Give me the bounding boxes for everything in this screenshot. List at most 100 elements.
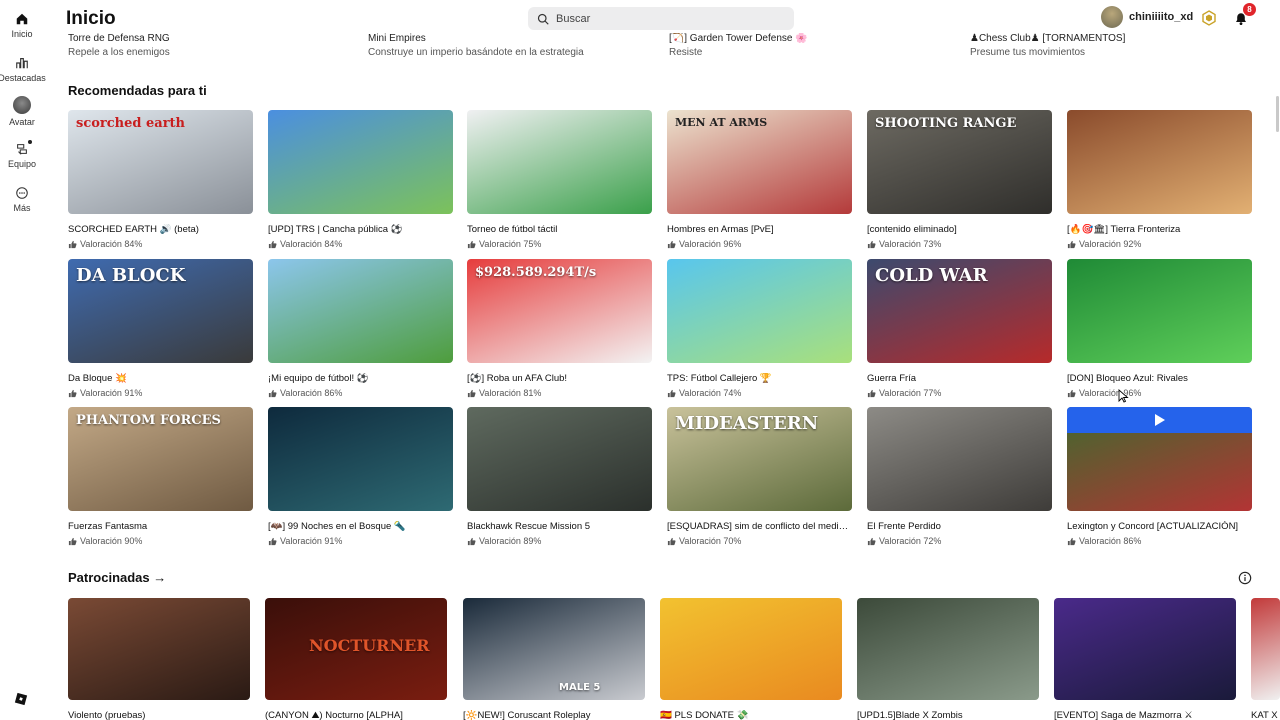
game-title[interactable]: [DON] Bloqueo Azul: Rivales <box>1067 373 1252 385</box>
game-card[interactable]: Blackhawk Rescue Mission 5 Valoración 89% <box>467 407 652 546</box>
section-title-recommended: Recomendadas para ti <box>68 83 207 98</box>
game-card[interactable]: ¡Mi equipo de fútbol! ⚽ Valoración 86% <box>268 259 453 398</box>
game-title[interactable]: Da Bloque 💥 <box>68 373 253 385</box>
sponsored-card[interactable]: MALE 5 [🔆NEW!] Coruscant Roleplay <box>463 598 645 720</box>
game-thumbnail[interactable]: $928.589.294T/s <box>467 259 652 363</box>
game-title[interactable]: [ESQUADRAS] sim de conflicto del medio o… <box>667 521 852 533</box>
section-title-sponsored[interactable]: Patrocinadas → <box>68 570 166 585</box>
game-title[interactable]: [UPD] TRS | Cancha pública ⚽ <box>268 224 453 236</box>
game-title[interactable]: [UPD1.5]Blade X Zombis <box>857 710 1039 720</box>
game-title[interactable]: [⚽] Roba un AFA Club! <box>467 373 652 385</box>
avatar[interactable] <box>1101 6 1123 28</box>
game-thumbnail[interactable] <box>660 598 842 700</box>
game-thumbnail[interactable] <box>1054 598 1236 700</box>
username[interactable]: chiniiiito_xd <box>1129 11 1193 23</box>
sidebar-item-equipo[interactable]: Equipo <box>0 140 44 169</box>
game-title[interactable]: KAT X <box>1251 710 1280 720</box>
sponsored-card[interactable]: [UPD1.5]Blade X Zombis <box>857 598 1039 720</box>
game-title[interactable]: [🦇] 99 Noches en el Bosque 🔦 <box>268 521 453 533</box>
game-title[interactable]: Lexington y Concord [ACTUALIZACIÓN] <box>1067 521 1252 533</box>
game-title[interactable]: Fuerzas Fantasma <box>68 521 253 533</box>
game-title[interactable]: El Frente Perdido <box>867 521 1052 533</box>
game-title[interactable]: SCORCHED EARTH 🔊 (beta) <box>68 224 253 236</box>
game-thumbnail[interactable] <box>1067 110 1252 214</box>
game-card[interactable]: [🔥🎯🏛] Tierra Fronteriza Valoración 92% <box>1067 110 1252 249</box>
sponsored-card[interactable]: NOCTURNER (CANYON ⛰) Nocturno [ALPHA] <box>265 598 447 720</box>
game-thumbnail[interactable] <box>268 259 453 363</box>
game-card[interactable]: Torneo de fútbol táctil Valoración 75% <box>467 110 652 249</box>
sponsored-card[interactable]: 🇪🇸 PLS DONATE 💸 <box>660 598 842 720</box>
game-thumbnail[interactable] <box>68 598 250 700</box>
game-card[interactable]: $928.589.294T/s [⚽] Roba un AFA Club! Valo… <box>467 259 652 398</box>
game-title[interactable]: ♟Chess Club♟ [TORNAMENTOS] <box>970 33 1125 44</box>
game-title[interactable]: Mini Empires <box>368 33 426 44</box>
game-thumbnail[interactable]: DA BLOCK <box>68 259 253 363</box>
game-thumbnail[interactable] <box>1251 598 1280 700</box>
info-icon[interactable] <box>1238 571 1252 585</box>
game-title[interactable]: [🔆NEW!] Coruscant Roleplay <box>463 710 645 720</box>
game-thumbnail[interactable]: MEN AT ARMS <box>667 110 852 214</box>
game-thumbnail[interactable]: SHOOTING RANGE <box>867 110 1052 214</box>
search-input[interactable] <box>556 12 776 25</box>
game-thumbnail[interactable] <box>467 110 652 214</box>
game-thumbnail[interactable]: MIDEASTERN <box>667 407 852 511</box>
game-title[interactable]: (CANYON ⛰) Nocturno [ALPHA] <box>265 710 447 720</box>
game-thumbnail[interactable] <box>667 259 852 363</box>
game-title[interactable]: Violento (pruebas) <box>68 710 250 720</box>
game-card[interactable]: El Frente Perdido Valoración 72% <box>867 407 1052 546</box>
game-thumbnail[interactable]: PHANTOM FORCES <box>68 407 253 511</box>
game-title[interactable]: [🔥🎯🏛] Tierra Fronteriza <box>1067 224 1252 236</box>
game-title[interactable]: Blackhawk Rescue Mission 5 <box>467 521 652 533</box>
game-subtitle: Repele a los enemigos <box>68 47 170 58</box>
game-card[interactable]: MEN AT ARMS Hombres en Armas [PvE] Valorac… <box>667 110 852 249</box>
game-card[interactable]: DA BLOCK Da Bloque 💥 Valoración 91% <box>68 259 253 398</box>
play-button[interactable] <box>1067 407 1252 433</box>
game-card[interactable]: COLD WAR Guerra Fría Valoración 77% <box>867 259 1052 398</box>
game-card[interactable]: [🦇] 99 Noches en el Bosque 🔦 Valoración 9… <box>268 407 453 546</box>
roblox-logo-icon[interactable] <box>14 692 28 706</box>
user-profile[interactable]: chiniiiito_xd <box>1101 6 1193 28</box>
game-card[interactable]: MIDEASTERN [ESQUADRAS] sim de conflicto d… <box>667 407 852 546</box>
game-thumbnail[interactable] <box>1067 407 1252 511</box>
game-title[interactable]: [🏹] Garden Tower Defense 🌸 <box>669 33 808 44</box>
game-title[interactable]: TPS: Fútbol Callejero 🏆 <box>667 373 852 385</box>
sponsored-card[interactable]: Violento (pruebas) <box>68 598 250 720</box>
game-thumbnail[interactable] <box>867 407 1052 511</box>
game-title[interactable]: ¡Mi equipo de fútbol! ⚽ <box>268 373 453 385</box>
sidebar-item-inicio[interactable]: Inicio <box>0 12 44 39</box>
sidebar-item-avatar[interactable]: Avatar <box>0 96 44 127</box>
game-thumbnail[interactable] <box>268 110 453 214</box>
sidebar-item-mas[interactable]: Más <box>0 186 44 213</box>
game-title[interactable]: Torneo de fútbol táctil <box>467 224 652 236</box>
game-card[interactable]: [UPD] TRS | Cancha pública ⚽ Valoración 8… <box>268 110 453 249</box>
thumbs-up-icon <box>467 389 479 398</box>
game-card[interactable]: Lexington y Concord [ACTUALIZACIÓN] Valor… <box>1067 407 1252 546</box>
game-thumbnail[interactable]: NOCTURNER <box>265 598 447 700</box>
game-thumbnail[interactable] <box>1067 259 1252 363</box>
robux-icon[interactable] <box>1201 10 1217 26</box>
scrollbar-thumb[interactable] <box>1276 96 1279 132</box>
sidebar-item-destacadas[interactable]: Destacadas <box>0 56 46 83</box>
game-card[interactable]: PHANTOM FORCES Fuerzas Fantasma Valoración… <box>68 407 253 546</box>
game-title[interactable]: Guerra Fría <box>867 373 1052 385</box>
sponsored-card[interactable]: [EVENTO] Saga de Mazmorra ⚔ <box>1054 598 1236 720</box>
game-thumbnail[interactable]: COLD WAR <box>867 259 1052 363</box>
game-title[interactable]: [contenido eliminado] <box>867 224 1052 236</box>
game-title[interactable]: [EVENTO] Saga de Mazmorra ⚔ <box>1054 710 1236 720</box>
game-thumbnail[interactable]: MALE 5 <box>463 598 645 700</box>
game-thumbnail[interactable]: scorched earth <box>68 110 253 214</box>
game-title[interactable]: 🇪🇸 PLS DONATE 💸 <box>660 710 842 720</box>
game-title[interactable]: Hombres en Armas [PvE] <box>667 224 852 236</box>
search-bar[interactable] <box>528 7 794 30</box>
thumbs-up-icon <box>667 537 679 546</box>
game-thumbnail[interactable] <box>268 407 453 511</box>
game-card[interactable]: TPS: Fútbol Callejero 🏆 Valoración 74% <box>667 259 852 398</box>
game-title[interactable]: Torre de Defensa RNG <box>68 33 170 44</box>
game-card[interactable]: SHOOTING RANGE [contenido eliminado] Valor… <box>867 110 1052 249</box>
game-card[interactable]: [DON] Bloqueo Azul: Rivales Valoración 96… <box>1067 259 1252 398</box>
game-card[interactable]: scorched earth SCORCHED EARTH 🔊 (beta) Val… <box>68 110 253 249</box>
game-thumbnail[interactable] <box>467 407 652 511</box>
game-thumbnail[interactable] <box>857 598 1039 700</box>
thumbs-up-icon <box>68 389 80 398</box>
sponsored-card[interactable]: KAT X <box>1251 598 1280 720</box>
